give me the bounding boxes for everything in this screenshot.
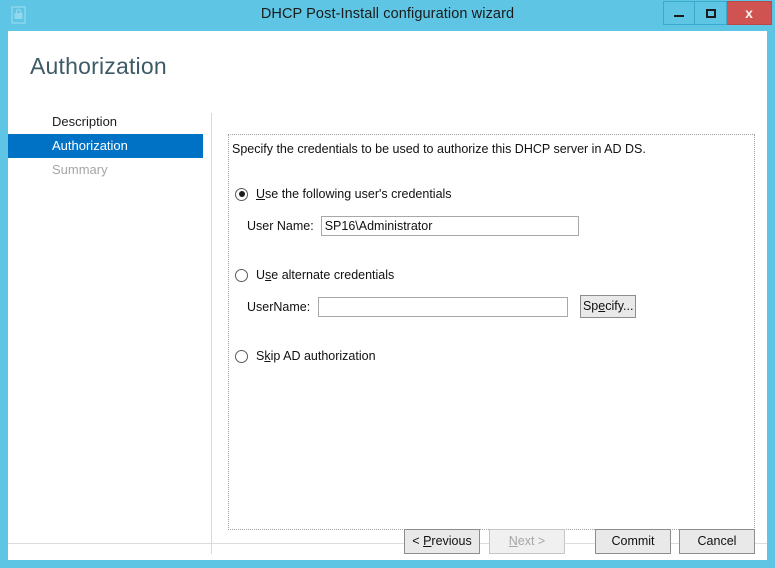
field-row-alternate-user-name: UserName: Specify... (247, 295, 637, 318)
footer-buttons: < Previous Next > Commit Cancel (8, 529, 767, 560)
wizard-step-nav: Description Authorization Summary (8, 110, 203, 182)
radio-use-alternate-credentials[interactable] (235, 268, 248, 282)
label-pre: Sp (582, 299, 599, 313)
close-button[interactable]: x (727, 1, 772, 25)
user-name-label: User Name: (247, 219, 314, 233)
alternate-user-name-input[interactable] (318, 296, 569, 317)
sidebar-item-description[interactable]: Description (8, 110, 203, 134)
label-rest: cify... (605, 299, 634, 313)
label-pre: < (412, 534, 424, 548)
window-controls: x (663, 1, 772, 25)
previous-button[interactable]: < Previous (404, 529, 480, 554)
label-rest: se the following user's credentials (265, 187, 452, 201)
label-rest: ip AD authorization (270, 349, 376, 363)
specify-button[interactable]: Specify... (580, 295, 637, 318)
close-icon: x (745, 5, 753, 21)
commit-button[interactable]: Commit (595, 529, 671, 554)
next-button: Next > (489, 529, 565, 554)
title-bar[interactable]: DHCP Post-Install configuration wizard x (0, 0, 775, 31)
label-rest: ext > (517, 534, 546, 548)
page-title: Authorization (30, 53, 167, 79)
user-name-input[interactable] (320, 216, 579, 236)
alternate-user-name-label: UserName: (247, 299, 311, 314)
label-rest: e alternate credentials (271, 268, 395, 282)
intro-text: Specify the credentials to be used to au… (232, 142, 646, 156)
label-rest: revious (431, 534, 472, 548)
wizard-document-icon (9, 5, 29, 25)
wizard-window: DHCP Post-Install configuration wizard x… (0, 0, 775, 568)
maximize-icon (705, 8, 716, 18)
radio-row-skip-ad-authorization[interactable]: Skip AD authorization (235, 349, 376, 363)
wizard-client-area: Authorization Description Authorization … (8, 31, 767, 560)
field-row-user-name: User Name: (247, 216, 579, 236)
label-pre: U (256, 268, 266, 282)
radio-row-use-following-credentials[interactable]: Use the following user's credentials (235, 187, 452, 201)
radio-label-use-following-credentials: Use the following user's credentials (256, 187, 452, 201)
cancel-button[interactable]: Cancel (679, 529, 755, 554)
credentials-group-box: Specify the credentials to be used to au… (228, 134, 755, 530)
nav-content-divider (211, 113, 212, 554)
sidebar-item-summary: Summary (52, 162, 108, 177)
maximize-button[interactable] (695, 1, 727, 25)
sidebar-item-authorization[interactable]: Authorization (8, 134, 203, 158)
accel-char: N (508, 534, 518, 548)
minimize-button[interactable] (663, 1, 695, 25)
radio-row-use-alternate-credentials[interactable]: Use alternate credentials (235, 268, 394, 282)
radio-label-skip-ad-authorization: Skip AD authorization (256, 349, 376, 363)
accel-char: U (256, 187, 266, 201)
radio-use-following-credentials[interactable] (235, 187, 248, 201)
radio-skip-ad-authorization[interactable] (235, 349, 248, 363)
window-title: DHCP Post-Install configuration wizard (260, 6, 515, 22)
minimize-icon (674, 15, 684, 17)
radio-label-use-alternate-credentials: Use alternate credentials (256, 268, 394, 282)
